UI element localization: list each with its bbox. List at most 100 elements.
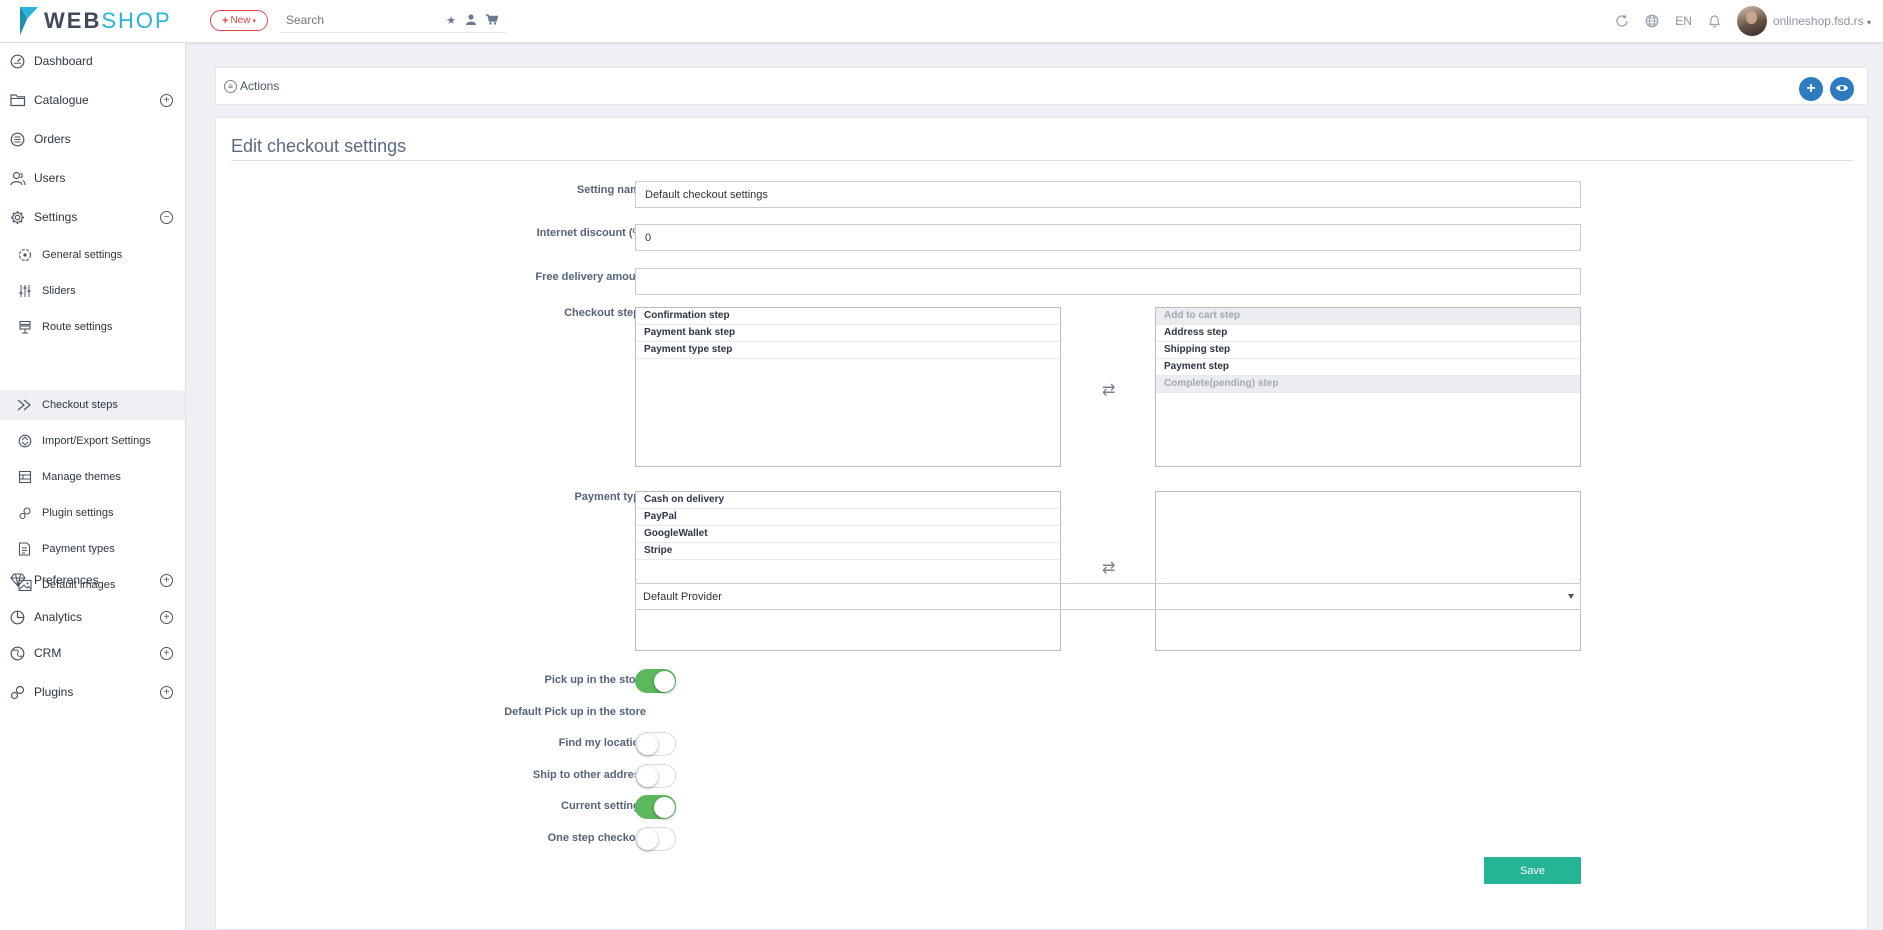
new-button[interactable]: + New ▾ <box>210 10 268 31</box>
sidebar-subitem-label: Sliders <box>42 285 76 297</box>
list-item[interactable]: Payment bank step <box>636 325 1060 342</box>
themes-icon <box>17 470 32 485</box>
sidebar-subitem-general-settings[interactable]: General settings <box>0 240 185 270</box>
sidebar-item-label: Plugins <box>34 685 74 699</box>
sidebar-item-orders[interactable]: Orders <box>0 124 185 154</box>
sidebar-subitem-payment-types[interactable]: Payment types <box>0 534 185 564</box>
available-payment-types-list[interactable]: Cash on delivery PayPal GoogleWallet Str… <box>635 491 1061 651</box>
one-step-checkout-label: One step checkout <box>547 832 646 844</box>
sidebar-item-label: CRM <box>34 646 62 660</box>
toggle-knob <box>637 734 658 755</box>
list-item[interactable]: Address step <box>1156 325 1580 342</box>
user-menu-label: onlineshop.fsd.rs <box>1772 14 1864 28</box>
toggle-knob <box>654 671 675 692</box>
logo-web-text: WEB <box>44 8 102 33</box>
avatar[interactable] <box>1736 6 1767 36</box>
current-settings-toggle[interactable] <box>635 795 676 819</box>
sidebar-item-label: Preferences <box>34 573 99 587</box>
expand-icon[interactable]: + <box>160 610 173 624</box>
pickup-label: Pick up in the store <box>544 674 646 686</box>
sidebar-subitem-route-settings[interactable]: Route settings <box>0 312 185 342</box>
list-item[interactable]: Payment type step <box>636 342 1060 359</box>
sidebar-item-crm[interactable]: CRM + <box>0 638 185 668</box>
internet-discount-label: Internet discount (%) <box>536 227 646 239</box>
plus-icon: + <box>222 14 229 27</box>
gear-icon <box>9 209 26 226</box>
setting-name-input[interactable]: Default checkout settings <box>635 181 1581 208</box>
search-input[interactable] <box>280 9 440 31</box>
sidebar-item-plugins[interactable]: Plugins + <box>0 677 185 707</box>
payment-types-icon <box>17 542 32 557</box>
logo-mark-icon <box>18 6 40 36</box>
sliders-icon <box>17 284 32 299</box>
star-icon[interactable]: ★ <box>446 14 456 28</box>
pie-chart-icon <box>9 609 26 626</box>
sidebar-item-users[interactable]: Users <box>0 163 185 193</box>
sidebar-subitem-label: Manage themes <box>42 471 121 483</box>
sidebar-subitem-label: Import/Export Settings <box>42 435 151 447</box>
list-item[interactable]: GoogleWallet <box>636 526 1060 543</box>
find-location-toggle[interactable] <box>635 732 676 756</box>
list-item[interactable]: Stripe <box>636 543 1060 560</box>
sidebar-subitem-checkout-steps[interactable]: Checkout steps <box>0 390 185 420</box>
orders-icon <box>9 131 26 148</box>
ship-other-address-toggle[interactable] <box>635 764 676 788</box>
bell-icon[interactable] <box>1708 14 1721 28</box>
sidebar-item-analytics[interactable]: Analytics + <box>0 602 185 632</box>
sidebar-item-label: Orders <box>34 132 71 146</box>
webshop-logo[interactable]: WEBSHOP <box>18 5 172 37</box>
sidebar-subitem-plugin-settings[interactable]: Plugin settings <box>0 498 185 528</box>
available-steps-list[interactable]: Confirmation step Payment bank step Paym… <box>635 307 1061 467</box>
expand-icon[interactable]: + <box>160 685 173 699</box>
toggle-knob <box>654 797 675 818</box>
swap-payment-icon[interactable]: ⇄ <box>1102 558 1115 578</box>
sidebar-item-dashboard[interactable]: Dashboard <box>0 46 185 76</box>
sidebar-subitem-label: Plugin settings <box>42 507 114 519</box>
list-item[interactable]: PayPal <box>636 509 1060 526</box>
expand-icon[interactable]: + <box>160 573 173 587</box>
refresh-icon[interactable] <box>1615 14 1629 28</box>
swap-steps-icon[interactable]: ⇄ <box>1102 380 1115 400</box>
toggle-knob <box>637 829 658 850</box>
folder-icon <box>9 92 26 109</box>
language-selector[interactable]: EN <box>1675 14 1692 28</box>
add-button[interactable]: + <box>1799 77 1823 101</box>
collapse-icon[interactable]: − <box>160 210 173 224</box>
save-button[interactable]: Save <box>1484 857 1581 884</box>
globe-icon[interactable] <box>1645 14 1659 28</box>
sidebar-item-catalogue[interactable]: Catalogue + <box>0 85 185 115</box>
actions-menu[interactable]: ≡ Actions <box>224 79 279 93</box>
route-icon <box>17 320 32 335</box>
selected-steps-list[interactable]: Add to cart step Address step Shipping s… <box>1155 307 1581 467</box>
sidebar-item-label: Catalogue <box>34 93 89 107</box>
top-bar: WEBSHOP + New ▾ ★ EN onlinesh <box>0 0 1883 43</box>
free-delivery-input[interactable] <box>635 268 1581 295</box>
list-item[interactable]: Cash on delivery <box>636 492 1060 509</box>
sidebar-subitem-sliders[interactable]: Sliders <box>0 276 185 306</box>
preview-button[interactable] <box>1830 77 1854 101</box>
expand-icon[interactable]: + <box>160 93 173 107</box>
pickup-toggle[interactable] <box>635 669 676 693</box>
selected-payment-types-list[interactable] <box>1155 491 1581 651</box>
default-pickup-label: Default Pick up in the store <box>504 706 646 718</box>
cart-icon[interactable] <box>486 14 499 28</box>
internet-discount-input[interactable]: 0 <box>635 224 1581 251</box>
sidebar-item-settings[interactable]: Settings − <box>0 202 185 232</box>
general-settings-icon <box>17 248 32 263</box>
expand-icon[interactable]: + <box>160 646 173 660</box>
list-item[interactable]: Confirmation step <box>636 308 1060 325</box>
user-icon[interactable] <box>466 14 476 28</box>
users-icon <box>9 170 26 187</box>
plugin-icon <box>9 684 26 701</box>
default-pickup-select[interactable]: Default Provider <box>635 583 1581 610</box>
actions-label: Actions <box>240 79 280 93</box>
ship-other-address-label: Ship to other address <box>532 769 646 781</box>
list-item[interactable]: Shipping step <box>1156 342 1580 359</box>
sidebar-subitem-manage-themes[interactable]: Manage themes <box>0 462 185 492</box>
sidebar-item-preferences[interactable]: Preferences + <box>0 565 185 595</box>
plus-icon: + <box>1806 80 1816 97</box>
list-item[interactable]: Payment step <box>1156 359 1580 376</box>
sidebar-subitem-import-export[interactable]: Import/Export Settings <box>0 426 185 456</box>
chevron-down-icon: ▾ <box>1866 18 1871 27</box>
one-step-checkout-toggle[interactable] <box>635 827 676 851</box>
